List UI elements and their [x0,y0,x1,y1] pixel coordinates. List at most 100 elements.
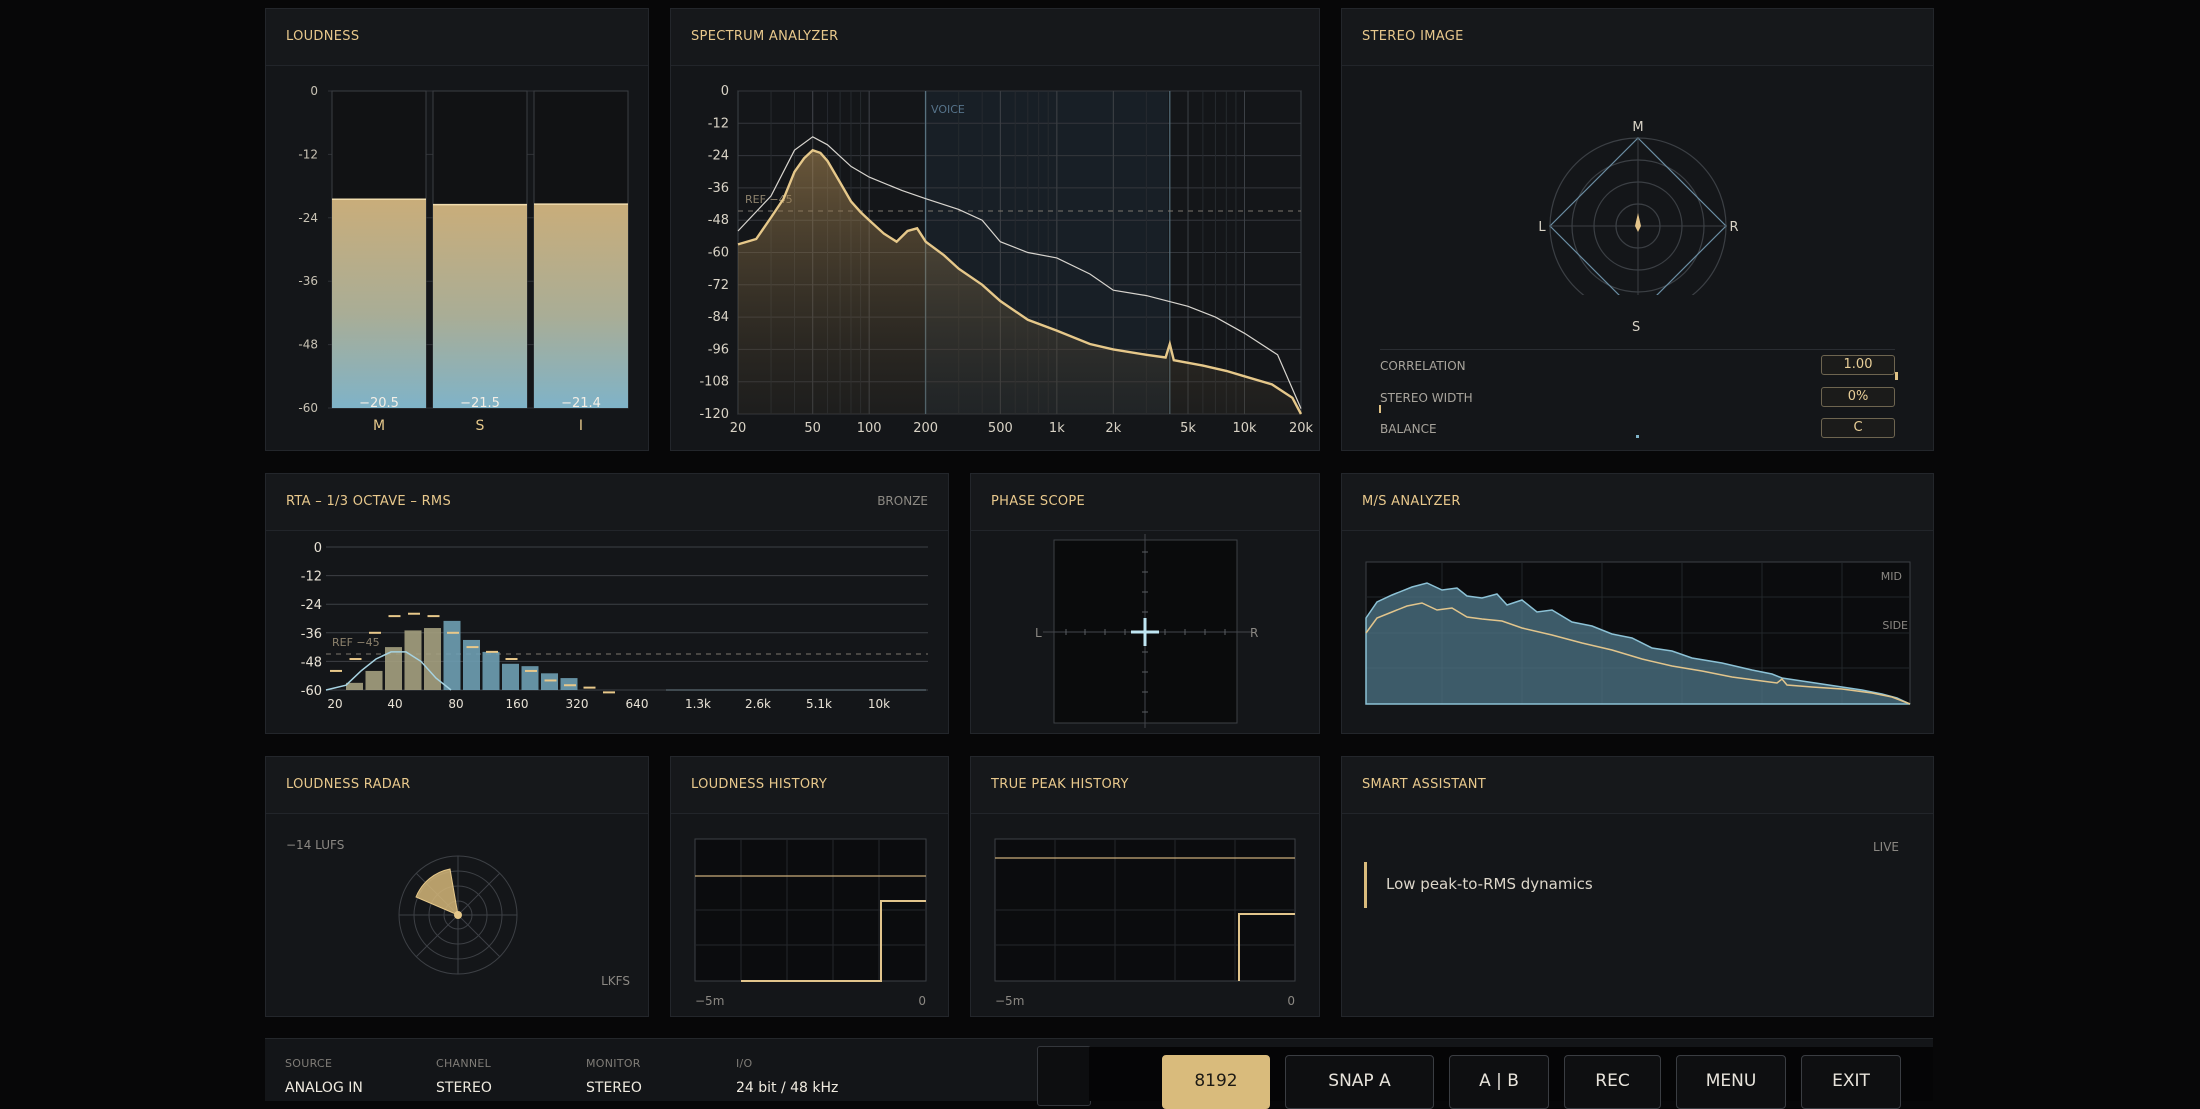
mid-label: MID [1881,570,1902,583]
spectrum-x-tick: 2k [1105,421,1121,436]
radar-unit: LKFS [601,974,630,988]
loudness-panel: LOUDNESS 0 -12 -24 -36 -48 -60 −20.5 M −21.5 S −21… [265,8,649,451]
spectrum-y-tick: -96 [708,342,729,357]
assistant-status: LIVE [1872,840,1899,854]
loudness-value: −21.5 [460,396,500,411]
spectrum-y-tick: -120 [699,407,729,422]
panel-header: SMART ASSISTANT [1342,757,1933,814]
spectrum-x-tick: 500 [988,421,1013,436]
spectrum-y-tick: -48 [708,213,729,228]
footer-handle[interactable] [1037,1046,1091,1106]
label-m: M [1632,120,1643,135]
phase-scope: L R [1035,534,1258,728]
io-key: I/O [736,1057,753,1070]
rta-bar [346,682,363,690]
width-row: STEREO WIDTH 0% [1380,385,1895,413]
panel-title: SMART ASSISTANT [1362,777,1486,792]
spectrum-y-tick: -12 [708,116,729,131]
status-bar: SOURCE ANALOG IN CHANNEL STEREO MONITOR … [265,1038,1933,1109]
width-marker [1379,405,1381,413]
radar-panel: LOUDNESS RADAR −14 LUFS LKFS [265,756,649,1017]
menu-button[interactable]: MENU [1676,1055,1786,1109]
spectrum-y-tick: -36 [708,181,729,196]
history-x-end: 0 [918,994,926,1008]
monitor-key: MONITOR [586,1057,641,1070]
panel-title: TRUE PEAK HISTORY [991,777,1129,792]
side-label: SIDE [1882,619,1908,632]
footer-channel: CHANNEL STEREO [436,1057,492,1096]
assistant-message[interactable]: Low peak-to-RMS dynamics [1364,862,1593,908]
stereo-divider [1380,349,1895,350]
voice-label: VOICE [931,103,965,116]
stereo-vectorscope: M L R [1538,120,1739,295]
rta-y-tick: -36 [301,627,322,642]
rta-bar [521,666,539,690]
panel-title: LOUDNESS RADAR [286,777,411,792]
loudness-bar [433,204,527,408]
loudness-tick: -60 [298,401,318,415]
footer-source: SOURCE ANALOG IN [285,1057,363,1096]
loudness-radar: −14 LUFS LKFS [286,838,630,988]
loudness-channel-label: I [579,418,583,434]
spectrum-x-tick: 20 [730,421,747,436]
rec-button[interactable]: REC [1564,1055,1661,1109]
exit-button[interactable]: EXIT [1801,1055,1901,1109]
panel-title: STEREO IMAGE [1362,29,1464,44]
rta-bar [443,620,461,690]
rta-x-tick: 1.3k [685,697,711,711]
panel-header: PHASE SCOPE [971,474,1319,531]
correlation-marker [1895,372,1898,380]
spectrum-y-tick: 0 [721,84,729,99]
rta-x-tick: 20 [327,697,342,711]
fft-size-button[interactable]: 8192 [1162,1055,1270,1109]
rta-bar [541,673,558,690]
ab-compare-button[interactable]: A | B [1449,1055,1549,1109]
rta-y-tick: -24 [301,598,322,613]
phase-r: R [1250,626,1258,640]
ms-graph: MID SIDE [1365,561,1911,705]
snap-a-button[interactable]: SNAP A [1285,1055,1434,1109]
loudness-tick: -24 [298,211,318,225]
loudness-bar [534,204,628,408]
panel-header: LOUDNESS RADAR [266,757,648,814]
spectrum-y-tick: -24 [708,149,729,164]
rta-tag: BRONZE [877,494,928,508]
stereo-trace [1635,213,1641,232]
panel-title: LOUDNESS HISTORY [691,777,828,792]
spectrum-y-tick: -72 [708,278,729,293]
loudness-value: −21.4 [561,396,601,411]
spectrum-x-tick: 1k [1049,421,1065,436]
correlation-value: 1.00 [1821,355,1895,375]
panel-header: M/S ANALYZER [1342,474,1933,531]
panel-header: RTA – 1/3 OCTAVE – RMS BRONZE [266,474,948,531]
panel-title: SPECTRUM ANALYZER [691,29,839,44]
rta-bar [560,678,578,690]
truepeak-panel: TRUE PEAK HISTORY −5m 0 [970,756,1320,1017]
rta-panel: RTA – 1/3 OCTAVE – RMS BRONZE REF −45 0 -… [265,473,949,734]
rta-y-tick: -12 [301,570,322,585]
io-value: 24 bit / 48 kHz [736,1080,839,1096]
width-label: STEREO WIDTH [1380,391,1473,405]
rta-x-tick: 160 [506,697,529,711]
spectrum-x-tick: 50 [804,421,821,436]
spectrum-y-tick: -84 [708,310,729,325]
panel-header: STEREO IMAGE [1342,9,1933,66]
loudness-tick: 0 [310,84,318,98]
truepeak-x-start: −5m [995,994,1024,1008]
rta-x-tick: 640 [626,697,649,711]
panel-header: TRUE PEAK HISTORY [971,757,1319,814]
source-value: ANALOG IN [285,1080,363,1096]
spectrum-x-tick: 10k [1232,421,1257,436]
spectrum-graph[interactable]: VOICE REF −45 0-12-24-36-48-60-72-84-96-… [671,65,1321,452]
history-graph: −5m 0 [694,838,927,1008]
history-x-start: −5m [695,994,724,1008]
loudness-tick: -36 [298,274,318,288]
width-value: 0% [1821,387,1895,407]
panel-header: LOUDNESS HISTORY [671,757,948,814]
rta-x-tick: 40 [387,697,402,711]
balance-value: C [1821,418,1895,438]
rta-y-tick: -60 [301,684,322,699]
spectrum-x-tick: 20k [1289,421,1314,436]
spectrum-panel: SPECTRUM ANALYZER VOICE REF −45 0 -12 -24-… [670,8,1320,451]
channel-value: STEREO [436,1080,492,1096]
